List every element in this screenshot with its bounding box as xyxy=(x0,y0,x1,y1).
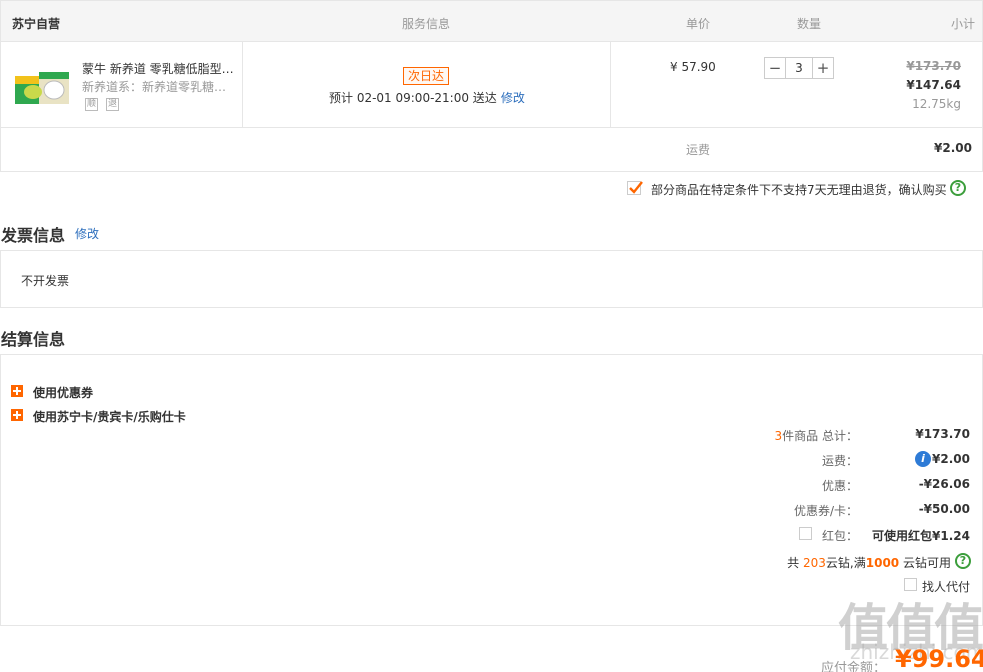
info-icon[interactable]: i xyxy=(915,451,931,467)
header-subtotal: 小计 xyxy=(951,17,976,31)
use-coupon-option[interactable]: 使用优惠券 xyxy=(33,384,93,401)
redpacket-value: 可使用红包¥1.24 xyxy=(872,529,970,543)
freight-value: ¥2.00 xyxy=(932,452,970,466)
original-subtotal: ¥173.70 xyxy=(906,59,961,73)
confirm-checkbox[interactable] xyxy=(627,181,643,195)
expand-coupon-icon[interactable] xyxy=(11,385,23,397)
edit-delivery-link[interactable]: 修改 xyxy=(501,91,525,105)
header-service: 服务信息 xyxy=(402,17,451,31)
cart-table: 苏宁自营 服务信息 单价 数量 小计 蒙牛 新养道 零乳糖低脂型… 新养道系：新… xyxy=(0,0,983,172)
item-count-text: 件商品 总计： xyxy=(782,429,858,443)
shipping-label: 运费 xyxy=(686,143,711,157)
help-icon[interactable]: ? xyxy=(950,180,966,196)
cloud-diamond-info: 共 203云钻,满1000 云钻可用 xyxy=(787,554,951,571)
invoice-title: 发票信息 xyxy=(1,226,66,245)
cart-item-row: 蒙牛 新养道 零乳糖低脂型… 新养道系：新养道零乳糖… 顺 退 次日达 预计 0… xyxy=(1,42,982,128)
product-thumbnail[interactable] xyxy=(13,68,73,108)
plus-icon[interactable]: + xyxy=(813,58,833,78)
unit-price: ¥ 57.90 xyxy=(670,60,716,74)
product-name[interactable]: 蒙牛 新养道 零乳糖低脂型… xyxy=(82,60,240,77)
coins-post: 云钻可用 xyxy=(902,556,951,570)
return-policy-notice: 部分商品在特定条件下不支持7天无理由退货，确认购买 xyxy=(651,183,947,197)
coins-need: 1000 xyxy=(865,556,900,570)
quantity-stepper: − 3 + xyxy=(764,57,834,79)
delivery-eta-text: 预计 02-01 09:00-21:00 送达 xyxy=(329,91,497,105)
coins-prefix: 共 xyxy=(787,556,800,570)
order-total: ¥173.70 xyxy=(915,427,970,441)
invoice-edit-link[interactable]: 修改 xyxy=(75,225,99,242)
next-day-badge: 次日达 xyxy=(403,67,450,85)
checkmark-icon xyxy=(629,181,643,194)
use-card-option[interactable]: 使用苏宁卡/贵宾卡/乐购仕卡 xyxy=(33,408,186,425)
header-quantity: 数量 xyxy=(797,17,822,31)
expand-card-icon[interactable] xyxy=(11,409,23,421)
coins-have: 203 xyxy=(803,556,826,570)
discount-label: 优惠： xyxy=(821,479,858,493)
settlement-title: 结算信息 xyxy=(1,330,66,349)
product-spec: 新养道系：新养道零乳糖… xyxy=(82,80,227,94)
amount-due: ¥99.64 xyxy=(895,645,983,672)
coins-mid: 云钻,满 xyxy=(825,556,866,570)
shipping-value: ¥2.00 xyxy=(934,141,972,155)
shipping-tag-icon: 顺 xyxy=(85,98,98,111)
redpacket-checkbox[interactable] xyxy=(799,527,812,540)
invoice-box xyxy=(0,250,983,308)
coins-help-icon[interactable]: ? xyxy=(955,553,971,569)
minus-icon[interactable]: − xyxy=(765,58,785,78)
item-weight: 12.75kg xyxy=(912,97,961,111)
invoice-value: 不开发票 xyxy=(21,274,70,288)
discount-value: -¥26.06 xyxy=(918,477,970,491)
cart-header: 苏宁自营 服务信息 单价 数量 小计 xyxy=(1,1,982,42)
item-count-label: 3件商品 总计： xyxy=(775,427,858,444)
delivery-eta: 预计 02-01 09:00-21:00 送达 修改 xyxy=(329,89,525,106)
quantity-input[interactable]: 3 xyxy=(785,58,813,78)
amount-due-label: 应付金额： xyxy=(821,661,887,672)
coupon-label: 优惠券/卡： xyxy=(793,504,858,518)
item-subtotal: ¥147.64 xyxy=(906,78,961,92)
divider xyxy=(242,42,243,128)
coupon-value: -¥50.00 xyxy=(918,502,970,516)
header-store: 苏宁自营 xyxy=(12,17,61,31)
divider xyxy=(610,42,611,128)
return-tag-icon: 退 xyxy=(106,98,119,111)
header-unit-price: 单价 xyxy=(686,17,711,31)
redpacket-label: 红包： xyxy=(821,529,858,543)
freight-label: 运费： xyxy=(821,454,858,468)
